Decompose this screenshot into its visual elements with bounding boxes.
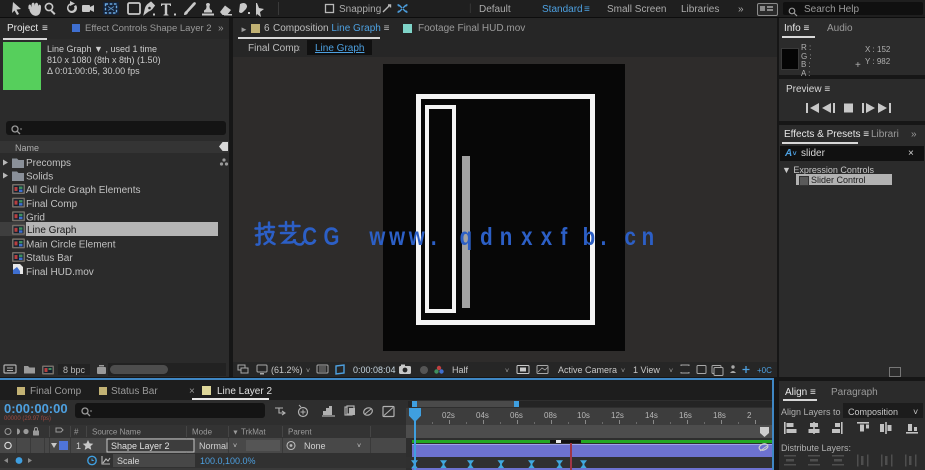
svg-text:10s: 10s bbox=[577, 411, 590, 420]
svg-text:˅: ˅ bbox=[621, 368, 625, 375]
svg-text:n: n bbox=[500, 222, 513, 250]
svg-text:Status Bar: Status Bar bbox=[26, 253, 73, 264]
svg-text:2: 2 bbox=[747, 411, 752, 420]
svg-text:Final Comp: Final Comp bbox=[26, 199, 78, 210]
svg-text:n: n bbox=[642, 222, 655, 250]
svg-text:Main Circle Element: Main Circle Element bbox=[26, 240, 116, 251]
svg-text:Scale: Scale bbox=[117, 456, 140, 466]
svg-text:Parent: Parent bbox=[288, 428, 312, 437]
svg-text:Snapping: Snapping bbox=[339, 4, 381, 15]
svg-text:0:00:08:04: 0:00:08:04 bbox=[353, 365, 396, 375]
svg-text:G: G bbox=[324, 222, 340, 250]
svg-text:w: w bbox=[369, 222, 386, 250]
svg-text:Mode: Mode bbox=[192, 428, 213, 437]
svg-text:˅: ˅ bbox=[505, 368, 509, 375]
svg-text:f: f bbox=[561, 222, 568, 250]
svg-text:08s: 08s bbox=[544, 411, 557, 420]
svg-text:None: None bbox=[304, 441, 326, 451]
svg-text:14s: 14s bbox=[645, 411, 658, 420]
svg-text:18s: 18s bbox=[713, 411, 726, 420]
svg-text:˅: ˅ bbox=[233, 443, 237, 450]
svg-text:b: b bbox=[583, 222, 596, 250]
svg-text:TrkMat: TrkMat bbox=[241, 428, 266, 437]
svg-text:▼: ▼ bbox=[232, 430, 239, 437]
svg-text:Line Graph: Line Graph bbox=[27, 225, 76, 236]
svg-text:06s: 06s bbox=[510, 411, 523, 420]
svg-text:˅: ˅ bbox=[669, 368, 673, 375]
svg-text:Source Name: Source Name bbox=[92, 428, 141, 437]
svg-text:1 View: 1 View bbox=[633, 365, 660, 375]
svg-text:Grid: Grid bbox=[26, 212, 45, 223]
svg-text:02s: 02s bbox=[442, 411, 455, 420]
svg-text:C: C bbox=[302, 222, 317, 250]
svg-text:Solids: Solids bbox=[26, 172, 53, 183]
svg-text:w: w bbox=[408, 222, 425, 250]
svg-text:x: x bbox=[521, 222, 533, 250]
svg-text:˅: ˅ bbox=[357, 443, 361, 450]
svg-text:100.0,100.0%: 100.0,100.0% bbox=[200, 456, 256, 466]
svg-text:Precomps: Precomps bbox=[26, 158, 71, 169]
svg-text:w: w bbox=[388, 222, 405, 250]
svg-text:12s: 12s bbox=[611, 411, 624, 420]
svg-text:Final HUD.mov: Final HUD.mov bbox=[26, 267, 94, 278]
svg-text:x: x bbox=[541, 222, 553, 250]
svg-text:d: d bbox=[480, 222, 493, 250]
svg-text:.: . bbox=[601, 222, 607, 250]
svg-text:16s: 16s bbox=[679, 411, 692, 420]
svg-text:Normal: Normal bbox=[199, 441, 228, 451]
svg-text:1: 1 bbox=[76, 441, 81, 451]
svg-text:+0C: +0C bbox=[757, 366, 772, 375]
svg-text:c: c bbox=[624, 222, 636, 250]
svg-text:All Circle Graph Elements: All Circle Graph Elements bbox=[26, 185, 140, 196]
svg-text:q: q bbox=[460, 222, 473, 250]
svg-text:.: . bbox=[431, 222, 437, 250]
svg-text:˅: ˅ bbox=[306, 368, 310, 375]
svg-text:Half: Half bbox=[452, 365, 469, 375]
svg-text:04s: 04s bbox=[476, 411, 489, 420]
svg-text:Shape Layer 2: Shape Layer 2 bbox=[111, 441, 170, 451]
svg-text:8 bpc: 8 bpc bbox=[63, 365, 86, 375]
svg-text:(61.2%): (61.2%) bbox=[271, 365, 303, 375]
svg-text:Active Camera: Active Camera bbox=[558, 365, 617, 375]
svg-text:#: # bbox=[74, 428, 79, 437]
